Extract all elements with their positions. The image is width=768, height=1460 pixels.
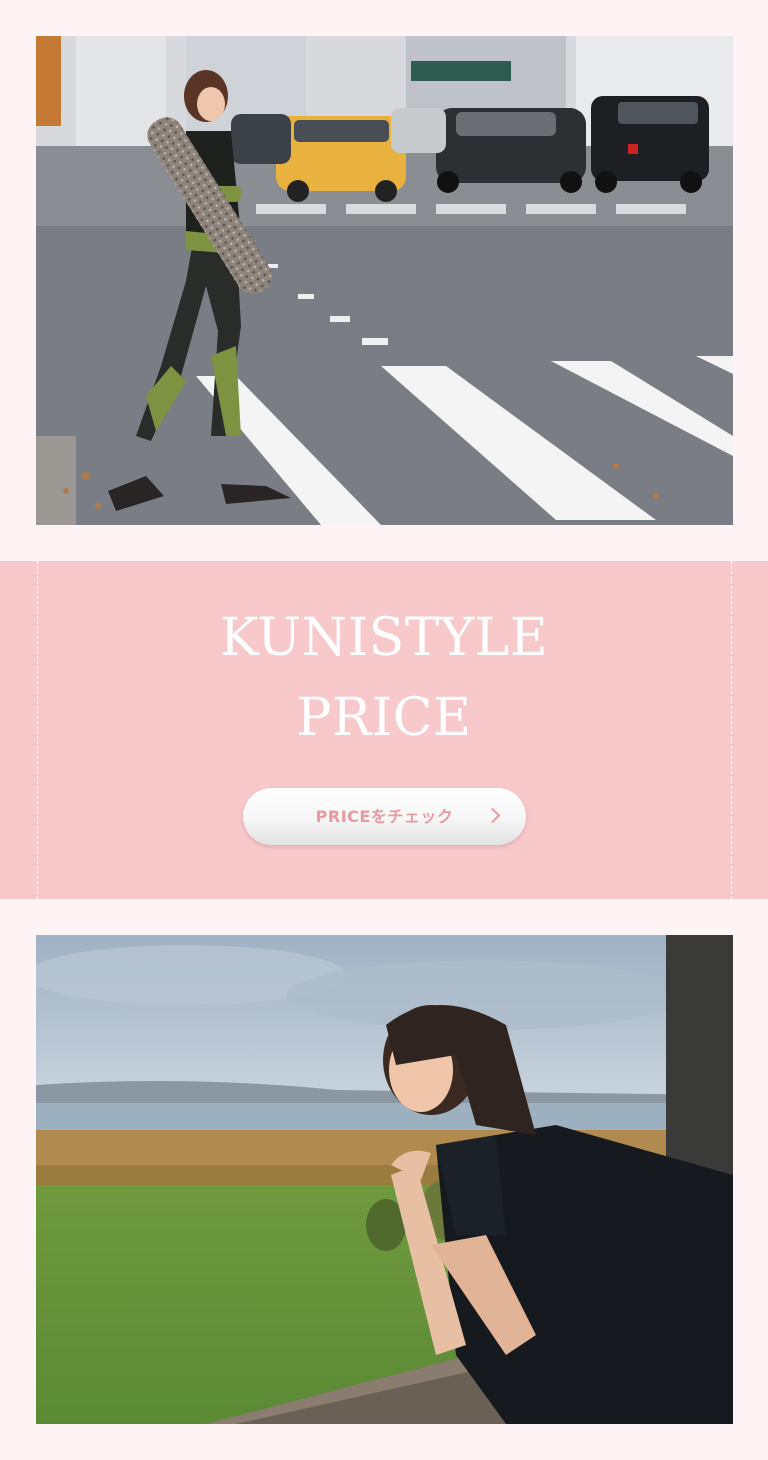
street-photo-illustration [36,36,733,525]
check-price-button[interactable]: PRICEをチェック [243,788,526,845]
street-photo [36,36,733,525]
price-title: KUNISTYLE PRICE [0,598,768,758]
price-title-line-2: PRICE [296,688,472,748]
lakeside-photo [36,935,733,1424]
lakeside-photo-illustration [36,935,733,1424]
price-title-line-1: KUNISTYLE [219,608,549,668]
check-price-button-label: PRICEをチェック [315,807,454,826]
